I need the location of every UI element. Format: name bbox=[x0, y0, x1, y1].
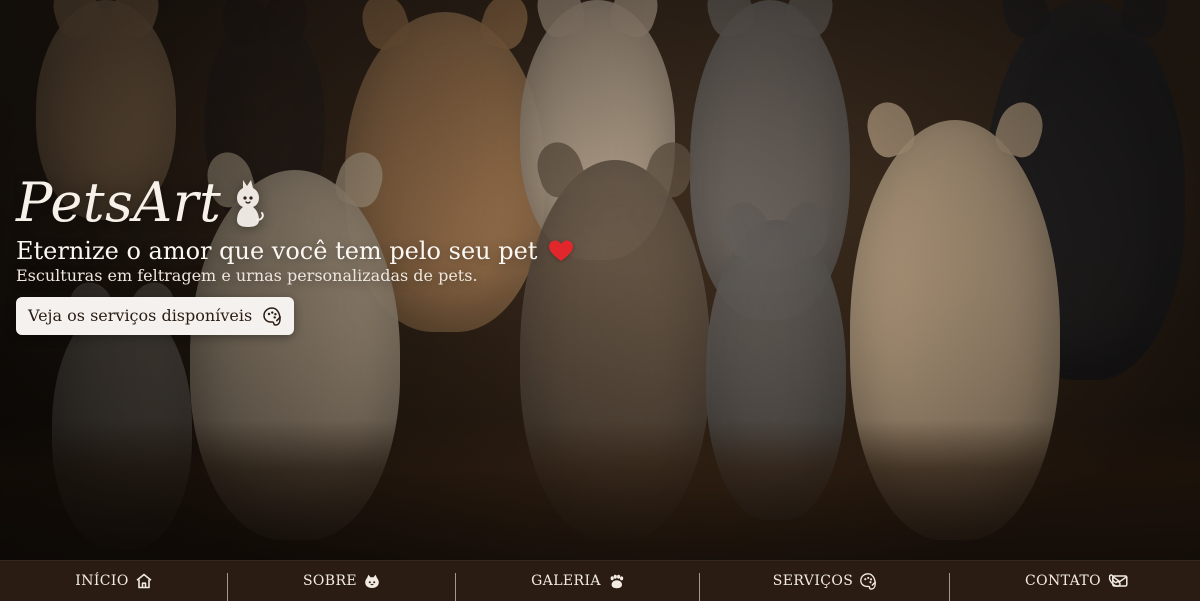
hero-section: PetsArt Eternize o amor que você tem pel… bbox=[0, 0, 1200, 560]
heart-icon bbox=[547, 238, 575, 262]
cat-icon bbox=[231, 176, 265, 228]
brand-title: PetsArt bbox=[16, 171, 222, 234]
hero-subheadline: Esculturas em feltragem e urnas personal… bbox=[16, 266, 478, 285]
hero-headline-text: Eternize o amor que você tem pelo seu pe… bbox=[16, 237, 538, 265]
nav-item-label: GALERIA bbox=[531, 573, 601, 589]
bottom-navigation: INÍCIO SOBRE GALERIA SERVIÇOS CONTATO bbox=[0, 560, 1200, 601]
palette-icon bbox=[262, 306, 282, 326]
nav-item-label: SOBRE bbox=[302, 573, 358, 589]
nav-item-galeria[interactable]: GALERIA bbox=[456, 561, 700, 601]
brand: PetsArt bbox=[16, 168, 636, 230]
background-floor bbox=[0, 420, 1200, 560]
nav-item-label: SERVIÇOS bbox=[772, 573, 854, 589]
paw-icon bbox=[607, 572, 625, 590]
nav-item-contato[interactable]: CONTATO bbox=[950, 561, 1200, 601]
services-cta-button[interactable]: Veja os serviços disponíveis bbox=[16, 297, 295, 335]
cat-face-icon bbox=[363, 572, 381, 590]
nav-item-sobre[interactable]: SOBRE bbox=[228, 561, 456, 601]
services-cta-label: Veja os serviços disponíveis bbox=[28, 306, 253, 325]
phone-mail-icon bbox=[1107, 572, 1128, 590]
home-icon bbox=[135, 572, 153, 590]
hero-content: PetsArt Eternize o amor que você tem pel… bbox=[16, 168, 636, 335]
palette-icon bbox=[859, 572, 877, 590]
nav-item-servicos[interactable]: SERVIÇOS bbox=[700, 561, 950, 601]
hero-headline: Eternize o amor que você tem pelo seu pe… bbox=[16, 236, 636, 266]
nav-item-label: CONTATO bbox=[1025, 573, 1101, 589]
nav-item-label: INÍCIO bbox=[75, 573, 129, 589]
nav-item-inicio[interactable]: INÍCIO bbox=[0, 561, 228, 601]
